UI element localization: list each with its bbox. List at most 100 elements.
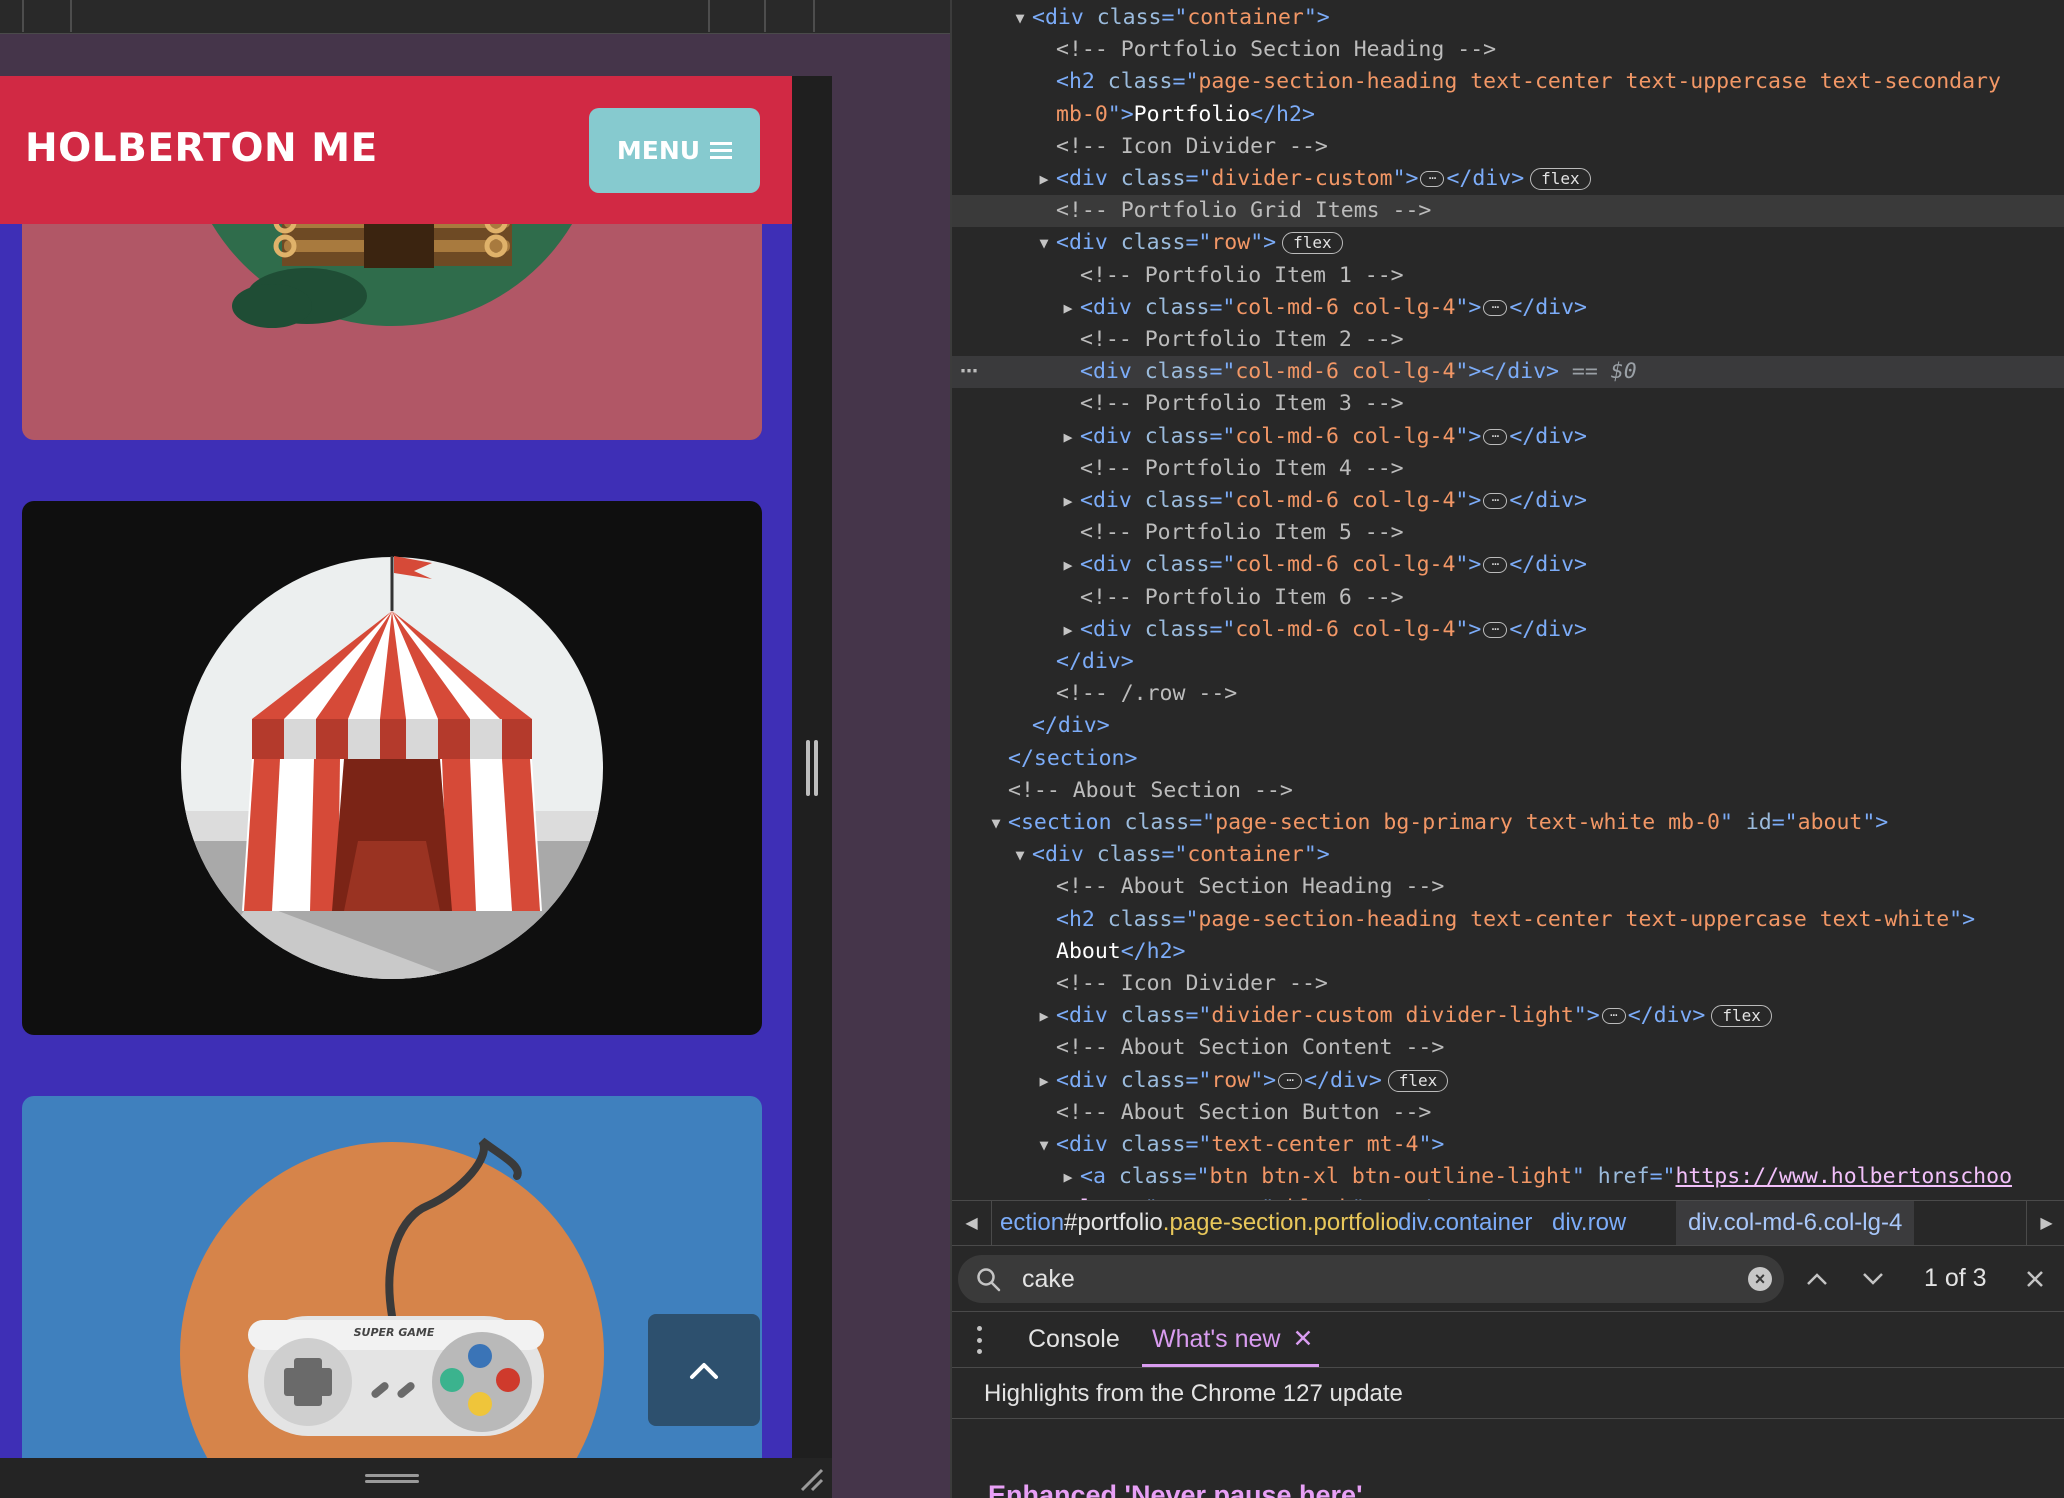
search-input[interactable] — [1022, 1261, 1702, 1297]
collapsed-children-icon[interactable]: ⋯ — [1483, 299, 1508, 316]
close-search-button[interactable] — [2018, 1262, 2052, 1296]
page-viewport[interactable]: SUPER GAME HOLBERTON ME MENU — [0, 76, 792, 1458]
dom-node-line[interactable]: <!-- Portfolio Item 4 --> — [952, 453, 2064, 485]
dom-node-line[interactable]: ▼ <div class="container"> — [952, 839, 2064, 871]
dom-node-line[interactable]: ▶ <div class="divider-custom"> ⋯ </div> flex — [952, 163, 2064, 195]
tab-whats-new[interactable]: What's new ✕ — [1142, 1312, 1320, 1367]
dom-node-line[interactable]: <h2 class="page-section-heading text-cen… — [952, 904, 2064, 936]
dom-node-line[interactable]: <!-- Portfolio Grid Items --> — [952, 195, 2064, 228]
dom-node-line[interactable]: ▶ <div class="divider-custom divider-ligh… — [952, 1000, 2064, 1032]
width-resize-handle[interactable] — [804, 740, 820, 796]
dom-node-line[interactable]: <!-- Portfolio Item 1 --> — [952, 260, 2064, 292]
close-tab-icon[interactable]: ✕ — [1292, 1325, 1313, 1353]
dom-node-line[interactable]: </div> — [952, 646, 2064, 678]
dom-token: == — [1558, 359, 1611, 385]
flex-badge[interactable]: flex — [1530, 168, 1591, 190]
dom-node-line[interactable]: <!-- Portfolio Item 6 --> — [952, 582, 2064, 614]
dom-token[interactable]: https://www.holbertonschoo — [1675, 1164, 2012, 1189]
collapse-triangle-icon[interactable]: ▼ — [1034, 1129, 1054, 1161]
scroll-to-top-button[interactable] — [648, 1314, 760, 1426]
expand-triangle-icon[interactable]: ▶ — [1058, 614, 1078, 646]
dom-node-line[interactable]: <!-- Portfolio Item 2 --> — [952, 324, 2064, 356]
feature-title-link[interactable]: Enhanced 'Never pause here' — [988, 1480, 1363, 1498]
collapsed-children-icon[interactable]: ⋯ — [1483, 493, 1508, 509]
dom-node-line[interactable]: <!-- About Section Button --> — [952, 1097, 2064, 1129]
expand-triangle-icon[interactable]: ▶ — [1034, 1000, 1054, 1032]
collapsed-children-icon[interactable]: ⋯ — [1601, 1008, 1626, 1025]
dom-token: =" — [1185, 1003, 1212, 1029]
collapse-triangle-icon[interactable]: ▼ — [1034, 227, 1054, 259]
breadcrumb-col-active[interactable]: div.col-md-6.col-lg-4 — [1676, 1201, 1915, 1245]
brand-logo-text[interactable]: HOLBERTON ME — [25, 126, 378, 171]
previous-match-button[interactable] — [1800, 1262, 1834, 1296]
dom-node-line[interactable]: ▶ <div class="col-md-6 col-lg-4"> ⋯ </div> — [952, 421, 2064, 453]
collapse-triangle-icon[interactable]: ▼ — [1010, 839, 1030, 871]
expand-triangle-icon[interactable]: ▶ — [1058, 485, 1078, 517]
dom-node-line[interactable]: ▶ <div class="col-md-6 col-lg-4"> ⋯ </div> — [952, 485, 2064, 517]
collapsed-children-icon[interactable]: ⋯ — [1278, 1072, 1303, 1089]
expand-triangle-icon[interactable]: ▶ — [1034, 163, 1054, 195]
breadcrumb-section[interactable]: ection#portfolio.page-section.portfolio — [1000, 1201, 1399, 1245]
flex-badge[interactable]: flex — [1387, 1069, 1449, 1092]
dom-node-line[interactable]: About</h2> — [952, 936, 2064, 968]
breadcrumb-row[interactable]: div.row — [1552, 1201, 1626, 1245]
dom-node-line[interactable]: ▼ <div class="container"> — [952, 2, 2064, 34]
expand-triangle-icon[interactable]: ▶ — [1034, 1065, 1054, 1097]
collapsed-children-icon[interactable]: ⋯ — [1483, 557, 1508, 574]
collapse-triangle-icon[interactable]: ▼ — [986, 807, 1006, 839]
clear-search-icon[interactable]: × — [1748, 1267, 1772, 1291]
dom-node-line[interactable]: ▼ <section class="page-section bg-primary… — [952, 807, 2064, 839]
dom-node-line[interactable]: ▶ <div class="col-md-6 col-lg-4"> ⋯ </div> — [952, 549, 2064, 581]
dom-node-line[interactable]: <!-- About Section Heading --> — [952, 871, 2064, 903]
collapse-triangle-icon[interactable]: ▼ — [1010, 2, 1030, 34]
dom-node-line[interactable]: <!-- Portfolio Section Heading --> — [952, 34, 2064, 66]
dom-token: "> — [1303, 5, 1330, 30]
collapsed-children-icon[interactable]: ⋯ — [1483, 428, 1508, 445]
elements-dom-tree[interactable]: ▼ <div class="container"> <!-- Portfolio S… — [952, 0, 2064, 1200]
dom-node-line[interactable]: l.com" target="_blank">⋯</a> — [952, 1193, 2064, 1200]
node-actions-icon[interactable]: ⋯ — [960, 356, 979, 388]
next-match-button[interactable] — [1856, 1262, 1890, 1296]
collapsed-children-icon[interactable]: ⋯ — [1483, 621, 1508, 638]
dom-token: =" — [1209, 488, 1236, 513]
expand-triangle-icon[interactable]: ▶ — [1058, 421, 1078, 453]
dom-node-line[interactable]: <!-- Portfolio Item 3 --> — [952, 388, 2064, 420]
dom-node-line[interactable]: ▶ <div class="col-md-6 col-lg-4"> ⋯ </div> — [952, 292, 2064, 324]
dom-node-line[interactable]: <!-- Portfolio Item 5 --> — [952, 517, 2064, 549]
dom-node-line[interactable]: <!-- About Section Content --> — [952, 1032, 2064, 1064]
dom-token: col-md-6 col-lg-4 — [1235, 423, 1456, 449]
dom-node-line[interactable]: <!-- About Section --> — [952, 775, 2064, 807]
breadcrumb-container[interactable]: div.container — [1398, 1201, 1532, 1245]
dom-token: "> — [1455, 488, 1482, 513]
flex-badge[interactable]: flex — [1282, 232, 1343, 255]
dom-node-line[interactable]: <!-- Icon Divider --> — [952, 131, 2064, 163]
tab-console[interactable]: Console — [1028, 1312, 1120, 1367]
dom-node-line[interactable]: ▶ <div class="col-md-6 col-lg-4"> ⋯ </div> — [952, 614, 2064, 646]
dom-node-line[interactable]: </div> — [952, 710, 2064, 742]
breadcrumb-scroll-left-icon[interactable]: ◀ — [952, 1201, 992, 1245]
dom-node-line[interactable]: </section> — [952, 743, 2064, 775]
expand-triangle-icon[interactable]: ▶ — [1058, 292, 1078, 324]
collapsed-children-icon[interactable]: ⋯ — [1420, 171, 1445, 187]
more-options-icon[interactable] — [974, 1326, 984, 1354]
dom-node-line[interactable]: ⋯ <div class="col-md-6 col-lg-4"></div> =… — [952, 356, 2064, 389]
dom-node-line[interactable]: ▶ <a class="btn btn-xl btn-outline-light"… — [952, 1161, 2064, 1193]
dom-node-line[interactable]: mb-0">Portfolio</h2> — [952, 99, 2064, 131]
expand-triangle-icon[interactable]: ▶ — [1058, 1161, 1078, 1193]
portfolio-item-circus[interactable] — [22, 501, 762, 1035]
height-resize-handle[interactable] — [365, 1474, 419, 1484]
dom-node-line[interactable]: <h2 class="page-section-heading text-cen… — [952, 66, 2064, 98]
flex-badge[interactable]: flex — [1711, 1005, 1772, 1028]
dom-node-line[interactable]: ▼ <div class="row"> flex — [952, 227, 2064, 259]
dom-node-line[interactable]: ▼ <div class="text-center mt-4"> — [952, 1129, 2064, 1161]
breadcrumb-scroll-right-icon[interactable]: ▶ — [2026, 1201, 2064, 1245]
corner-resize-icon[interactable] — [796, 1464, 826, 1494]
dom-token: =" — [1189, 810, 1216, 835]
chevron-down-icon — [1863, 1273, 1883, 1285]
dom-node-line[interactable]: ▶ <div class="row"> ⋯ </div> flex — [952, 1065, 2064, 1097]
breadcrumb-class: .row — [1580, 1209, 1627, 1236]
expand-triangle-icon[interactable]: ▶ — [1058, 549, 1078, 581]
dom-node-line[interactable]: <!-- Icon Divider --> — [952, 968, 2064, 1000]
dom-node-line[interactable]: <!-- /.row --> — [952, 678, 2064, 710]
menu-button[interactable]: MENU — [589, 108, 760, 193]
